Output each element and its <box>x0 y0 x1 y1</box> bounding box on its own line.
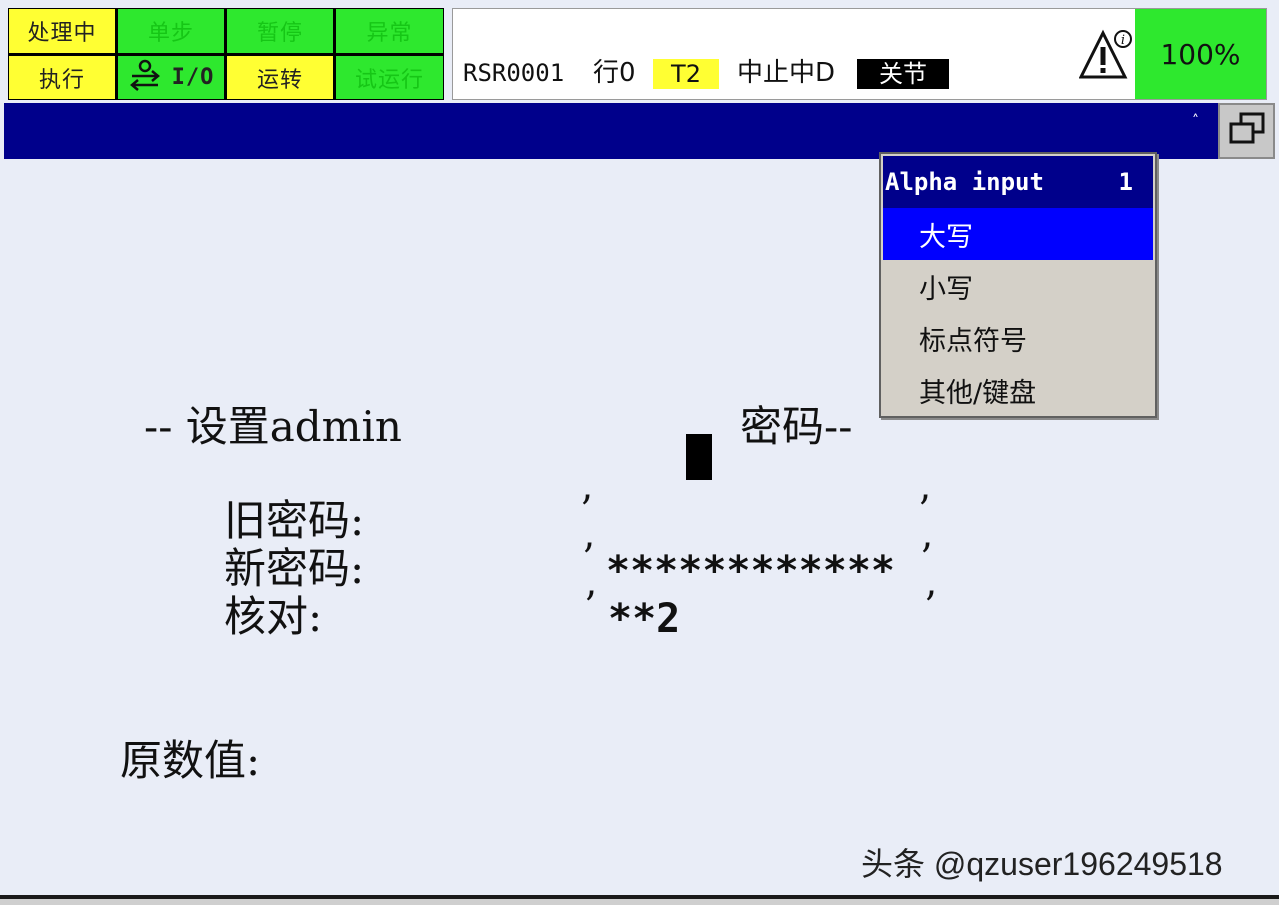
fault-indicator: 异常 <box>336 9 443 53</box>
hold-indicator: 暂停 <box>227 9 333 53</box>
watermark-text: 头条 @qzuser196249518 <box>861 846 1223 882</box>
program-status-bar: RSR0001 行0 T2 中止中D 关节 i 100% <box>452 8 1267 100</box>
confirm-open-quote: ’ <box>584 584 597 630</box>
io-label: I/O <box>171 65 215 90</box>
text-cursor <box>686 434 712 480</box>
alpha-input-popup: Alpha input 1 大写 小写 标点符号 其他/键盘 <box>879 152 1157 418</box>
original-value-label: 原数值: <box>120 736 261 785</box>
status-indicator-grid: 处理中 单步 暂停 异常 执行 I/O 运转 试运行 <box>8 8 444 100</box>
title-bar: ˄ <box>4 103 1275 159</box>
new-password-field[interactable]: ************ <box>606 547 895 595</box>
override-indicator[interactable]: 100% <box>1135 9 1266 99</box>
io-indicator: I/O <box>118 56 224 99</box>
new-password-close-quote: ’ <box>920 536 933 582</box>
popup-header: Alpha input 1 <box>883 156 1153 208</box>
processing-indicator: 处理中 <box>9 9 115 53</box>
teach-pendant-screen: 处理中 单步 暂停 异常 执行 I/O 运转 试运行 RSR0001 行0 T2… <box>0 0 1279 905</box>
new-password-label: 新密码: <box>224 544 365 593</box>
old-password-open-quote: ’ <box>580 488 593 534</box>
old-password-label: 旧密码: <box>224 496 365 545</box>
io-transfer-icon <box>128 59 162 96</box>
old-password-close-quote: ’ <box>918 488 931 534</box>
heading-left: -- 设置admin <box>144 402 402 451</box>
run-indicator: 运转 <box>227 56 333 99</box>
new-password-open-quote: ’ <box>582 536 595 582</box>
coord-badge: 关节 <box>857 59 949 89</box>
mode-badge: T2 <box>653 59 719 89</box>
program-state: 中止中D <box>737 58 836 88</box>
line-number: 行0 <box>593 58 636 88</box>
popup-number: 1 <box>1118 168 1133 196</box>
popup-item-punctuation[interactable]: 标点符号 <box>883 312 1153 364</box>
popup-title: Alpha input <box>885 168 1044 196</box>
confirm-field[interactable]: **2 <box>608 595 680 643</box>
function-key-strip <box>0 899 1279 905</box>
confirm-label: 核对: <box>224 592 323 641</box>
program-name: RSR0001 <box>463 59 565 87</box>
popup-item-other-keyboard[interactable]: 其他/键盘 <box>883 364 1153 416</box>
confirm-close-quote: ’ <box>924 584 937 630</box>
test-cycle-indicator: 试运行 <box>336 56 443 99</box>
svg-text:i: i <box>1121 33 1125 48</box>
heading-right: 密码-- <box>740 402 853 451</box>
execute-indicator: 执行 <box>9 56 115 99</box>
step-indicator: 单步 <box>118 9 224 53</box>
popup-item-lowercase[interactable]: 小写 <box>883 260 1153 312</box>
caret-up-icon: ˄ <box>1192 113 1199 129</box>
popup-item-uppercase[interactable]: 大写 <box>883 208 1153 260</box>
old-password-field[interactable] <box>604 497 914 541</box>
warning-triangle-icon[interactable]: i <box>1078 27 1135 83</box>
window-toggle-icon <box>1227 111 1267 151</box>
window-toggle-button[interactable] <box>1218 103 1275 159</box>
